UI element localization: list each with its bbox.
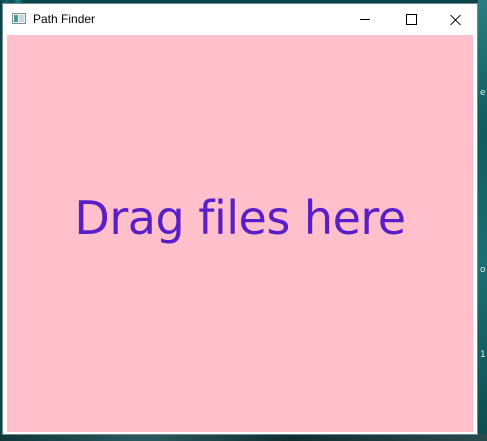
window-title: Path Finder <box>33 12 96 26</box>
title-bar[interactable]: Path Finder <box>3 4 477 35</box>
desktop-edge-glyph: e <box>480 88 486 98</box>
maximize-button[interactable] <box>388 4 434 35</box>
maximize-icon <box>405 14 417 25</box>
app-window: Path Finder Drag files here <box>2 3 478 435</box>
desktop-right-edge: e o 1 <box>478 0 487 441</box>
desktop-edge-glyph: 1 <box>480 350 486 360</box>
drop-zone-message: Drag files here <box>74 191 406 245</box>
taskbar-edge <box>0 434 487 441</box>
minimize-icon <box>360 19 370 20</box>
file-drop-zone[interactable]: Drag files here <box>7 35 473 432</box>
close-button[interactable] <box>434 4 477 35</box>
close-icon <box>450 14 462 26</box>
app-icon <box>12 13 26 24</box>
desktop-edge-glyph: o <box>480 265 486 275</box>
minimize-button[interactable] <box>342 4 388 35</box>
